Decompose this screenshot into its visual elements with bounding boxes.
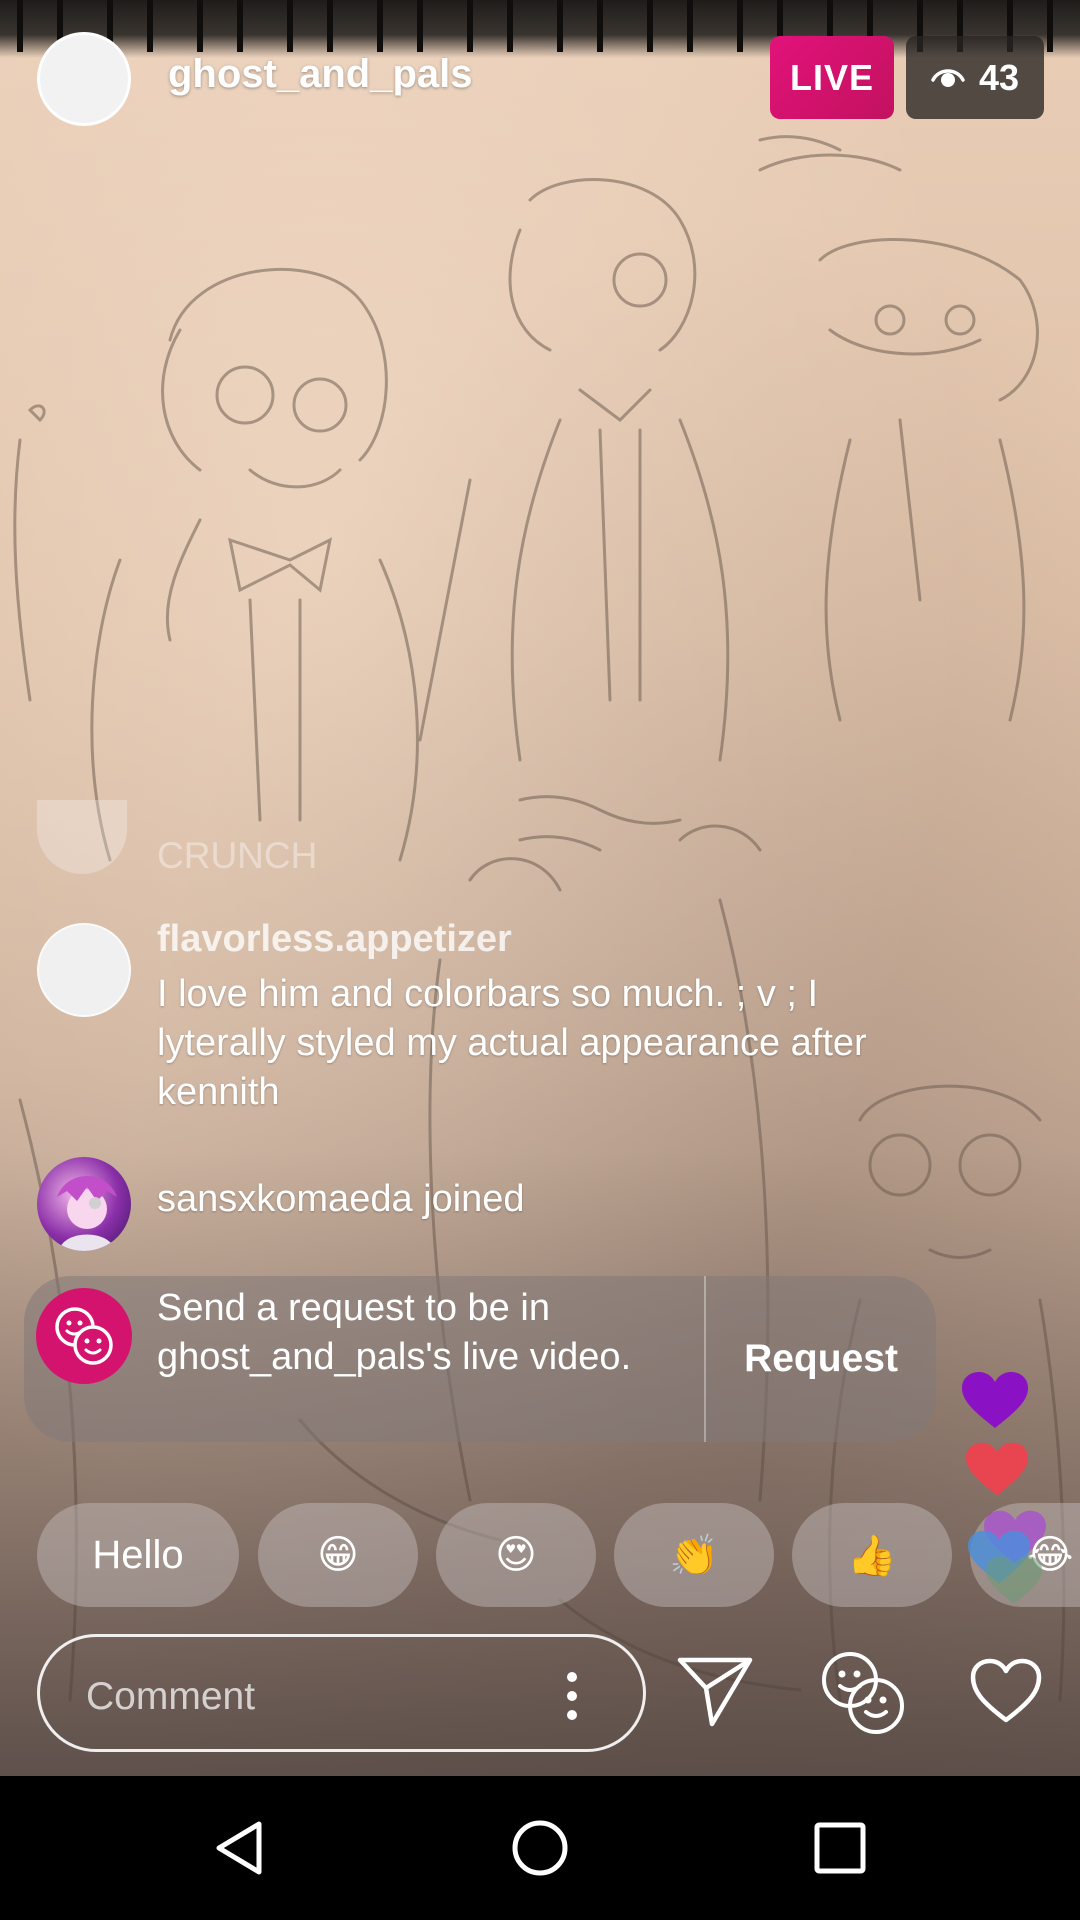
comment-username[interactable]: flavorless.appetizer [157, 918, 512, 961]
quick-reaction-grin[interactable]: 😁 [258, 1503, 418, 1607]
system-nav-bar [0, 1776, 1080, 1920]
more-vertical-icon[interactable] [560, 1671, 584, 1721]
comment-input[interactable]: Comment [37, 1634, 646, 1752]
quick-reaction-clap[interactable]: 👏 [614, 1503, 774, 1607]
recents-button[interactable] [760, 1776, 920, 1920]
joined-user-avatar[interactable] [37, 1157, 131, 1251]
floating-heart-icon [966, 1442, 1028, 1496]
faces-icon [36, 1288, 132, 1384]
request-message: Send a request to be in ghost_and_pals's… [157, 1287, 632, 1378]
quick-reaction-hello[interactable]: Hello [37, 1503, 239, 1607]
request-button[interactable]: Request [706, 1276, 936, 1442]
comment-placeholder: Comment [86, 1675, 256, 1718]
live-badge: LIVE [770, 36, 894, 119]
comment-text: I love him and colorbars so much. ; v ; … [157, 973, 867, 1113]
viewer-count: 43 [978, 56, 1020, 98]
back-icon [216, 1821, 262, 1875]
comment-avatar[interactable] [37, 923, 131, 1017]
quick-reaction-thumbs-up[interactable]: 👍 [792, 1503, 952, 1607]
home-icon [512, 1820, 568, 1876]
quick-reaction-heart-eyes[interactable]: 😍 [436, 1503, 596, 1607]
eye-icon [931, 57, 965, 99]
host-username[interactable]: ghost_and_pals [168, 52, 473, 97]
send-icon[interactable] [676, 1654, 756, 1730]
back-button[interactable] [161, 1776, 321, 1920]
faded-comment-text: CRUNCH [157, 835, 318, 876]
join-request-card: Send a request to be in ghost_and_pals's… [24, 1276, 936, 1442]
host-avatar[interactable] [37, 32, 131, 126]
home-button[interactable] [460, 1776, 620, 1920]
quick-reactions: Hello 😁 😍 👏 👍 😂 [37, 1503, 1080, 1607]
recents-icon [814, 1822, 866, 1874]
floating-heart-icon [962, 1372, 1028, 1428]
floating-heart-icon [986, 1556, 1042, 1604]
faces-icon[interactable] [816, 1646, 908, 1738]
heart-outline-icon[interactable] [970, 1658, 1042, 1724]
viewer-count-badge[interactable]: 43 [906, 36, 1044, 119]
joined-notice: sansxkomaeda joined [157, 1178, 525, 1220]
